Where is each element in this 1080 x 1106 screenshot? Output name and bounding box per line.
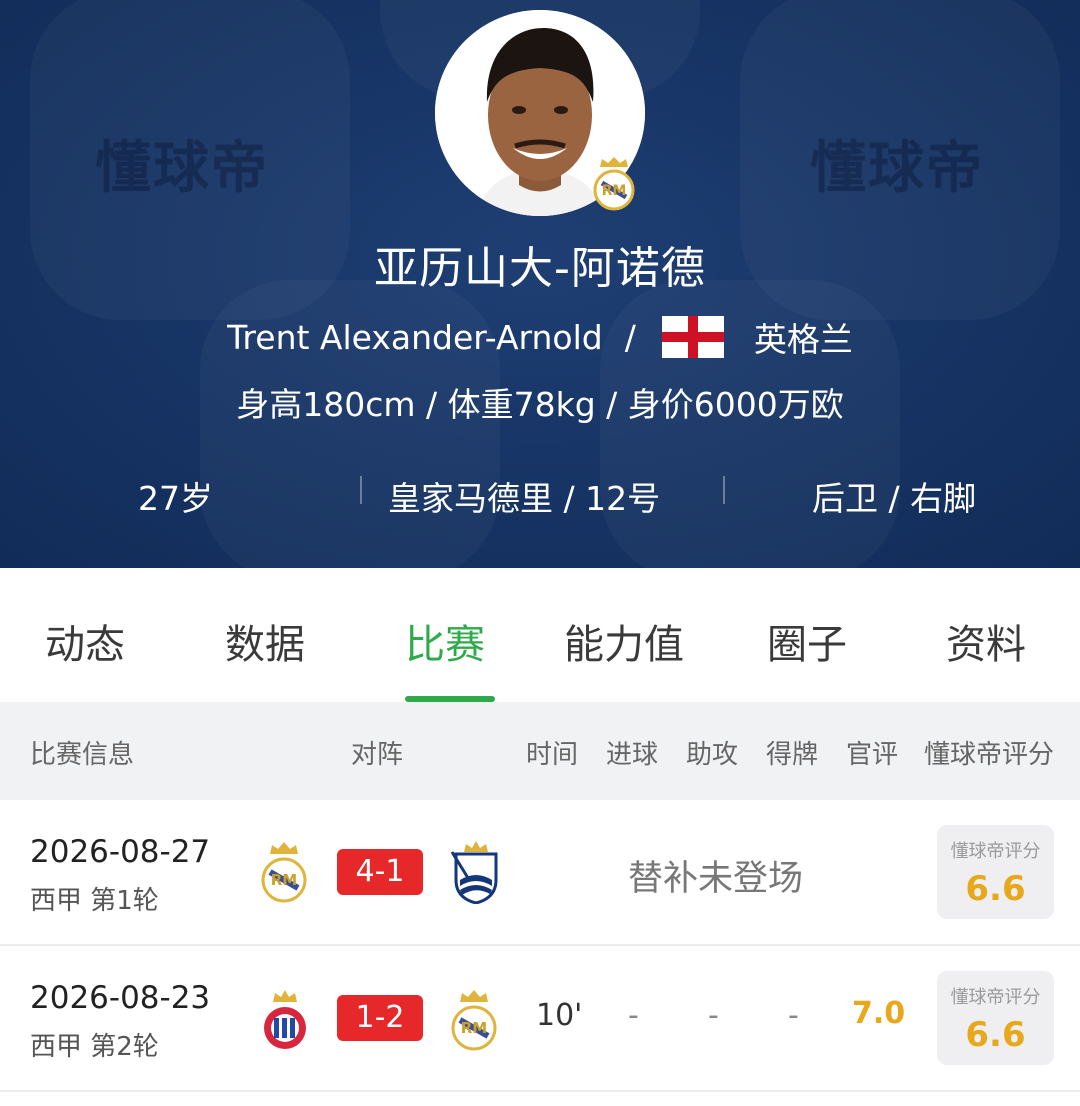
rating-value: 6.6 <box>965 1015 1026 1055</box>
assists: - <box>708 998 719 1033</box>
column-header-goals: 进球 <box>606 740 659 770</box>
player-club-number[interactable]: 皇家马德里 / 12号 <box>388 472 660 520</box>
match-score[interactable]: 1-2 <box>337 995 423 1041</box>
column-header-dongqiudi-rating: 懂球帝评分 <box>924 740 1055 770</box>
nationality: 英格兰 <box>753 320 853 359</box>
table-row[interactable]: 2026-08-27 西甲 第1轮 RM 4-1 替补未登场 懂球帝评分 6.6 <box>0 800 1080 946</box>
espanyol-crest-icon <box>264 990 306 1049</box>
svg-text:RM: RM <box>461 1019 487 1037</box>
column-header-match-info: 比赛信息 <box>30 740 135 770</box>
table-header: 比赛信息 对阵 时间 进球 助攻 得牌 官评 懂球帝评分 <box>0 702 1080 800</box>
tab-ability[interactable]: 能力值 <box>564 612 684 670</box>
player-name-cn: 亚历山大-阿诺德 <box>374 243 706 294</box>
rating-label: 懂球帝评分 <box>950 841 1041 862</box>
tab-matches[interactable]: 比赛 <box>405 612 485 670</box>
rating-label: 懂球帝评分 <box>950 987 1041 1008</box>
england-flag-icon <box>661 316 724 358</box>
watermark-left: 懂球帝 <box>95 136 269 201</box>
match-date: 2026-08-27 <box>30 834 211 870</box>
divider <box>723 476 725 504</box>
svg-text:RM: RM <box>602 183 627 199</box>
table-row[interactable]: 2026-08-23 西甲 第2轮 1-2 RM 10' - - - 7.0 懂… <box>0 946 1080 1092</box>
real-sociedad-crest-icon <box>450 841 498 904</box>
dongqiudi-rating-badge[interactable]: 懂球帝评分 6.6 <box>937 825 1054 919</box>
cards: - <box>788 998 799 1033</box>
tab-community[interactable]: 圈子 <box>767 612 847 670</box>
player-meta-row: 27岁 皇家马德里 / 12号 后卫 / 右脚 <box>0 468 1080 518</box>
column-header-assists: 助攻 <box>686 740 739 770</box>
column-header-cards: 得牌 <box>766 740 819 770</box>
column-header-fixture: 对阵 <box>351 740 404 770</box>
tab-bar: 动态 数据 比赛 能力值 圈子 资料 <box>0 568 1080 702</box>
player-age: 27岁 <box>138 479 213 518</box>
match-date: 2026-08-23 <box>30 980 211 1016</box>
rating-value: 6.6 <box>965 869 1026 909</box>
separator: / <box>624 317 636 357</box>
player-position-foot: 后卫 / 右脚 <box>812 479 977 518</box>
official-rating: 7.0 <box>852 996 906 1031</box>
minutes-played: 10' <box>536 998 583 1033</box>
player-name-en: Trent Alexander-Arnold <box>227 317 603 357</box>
tab-stats[interactable]: 数据 <box>225 612 305 670</box>
match-league-round: 西甲 第1轮 <box>30 886 159 916</box>
divider <box>360 476 362 504</box>
player-bio: 身高180cm / 体重78kg / 身价6000万欧 <box>236 385 844 424</box>
column-header-minutes: 时间 <box>526 740 579 770</box>
tab-feed[interactable]: 动态 <box>45 612 125 670</box>
dongqiudi-rating-badge[interactable]: 懂球帝评分 6.6 <box>937 971 1054 1065</box>
column-header-official-rating: 官评 <box>846 740 899 770</box>
name-nationality-row: Trent Alexander-Arnold / 英格兰 <box>0 312 1080 362</box>
tab-profile[interactable]: 资料 <box>946 612 1026 670</box>
real-madrid-crest-icon: RM <box>451 990 497 1051</box>
watermark-right: 懂球帝 <box>810 136 984 201</box>
real-madrid-badge-icon: RM <box>593 157 635 211</box>
svg-text:RM: RM <box>271 871 297 889</box>
player-header: 懂球帝 懂球帝 RM 亚历山大-阿诺德 Trent Alexander-Arno… <box>0 0 1080 568</box>
goals: - <box>628 998 639 1033</box>
real-madrid-crest-icon: RM <box>261 842 307 903</box>
match-score[interactable]: 4-1 <box>337 849 423 895</box>
did-not-play-status: 替补未登场 <box>628 859 804 899</box>
match-league-round: 西甲 第2轮 <box>30 1032 159 1062</box>
